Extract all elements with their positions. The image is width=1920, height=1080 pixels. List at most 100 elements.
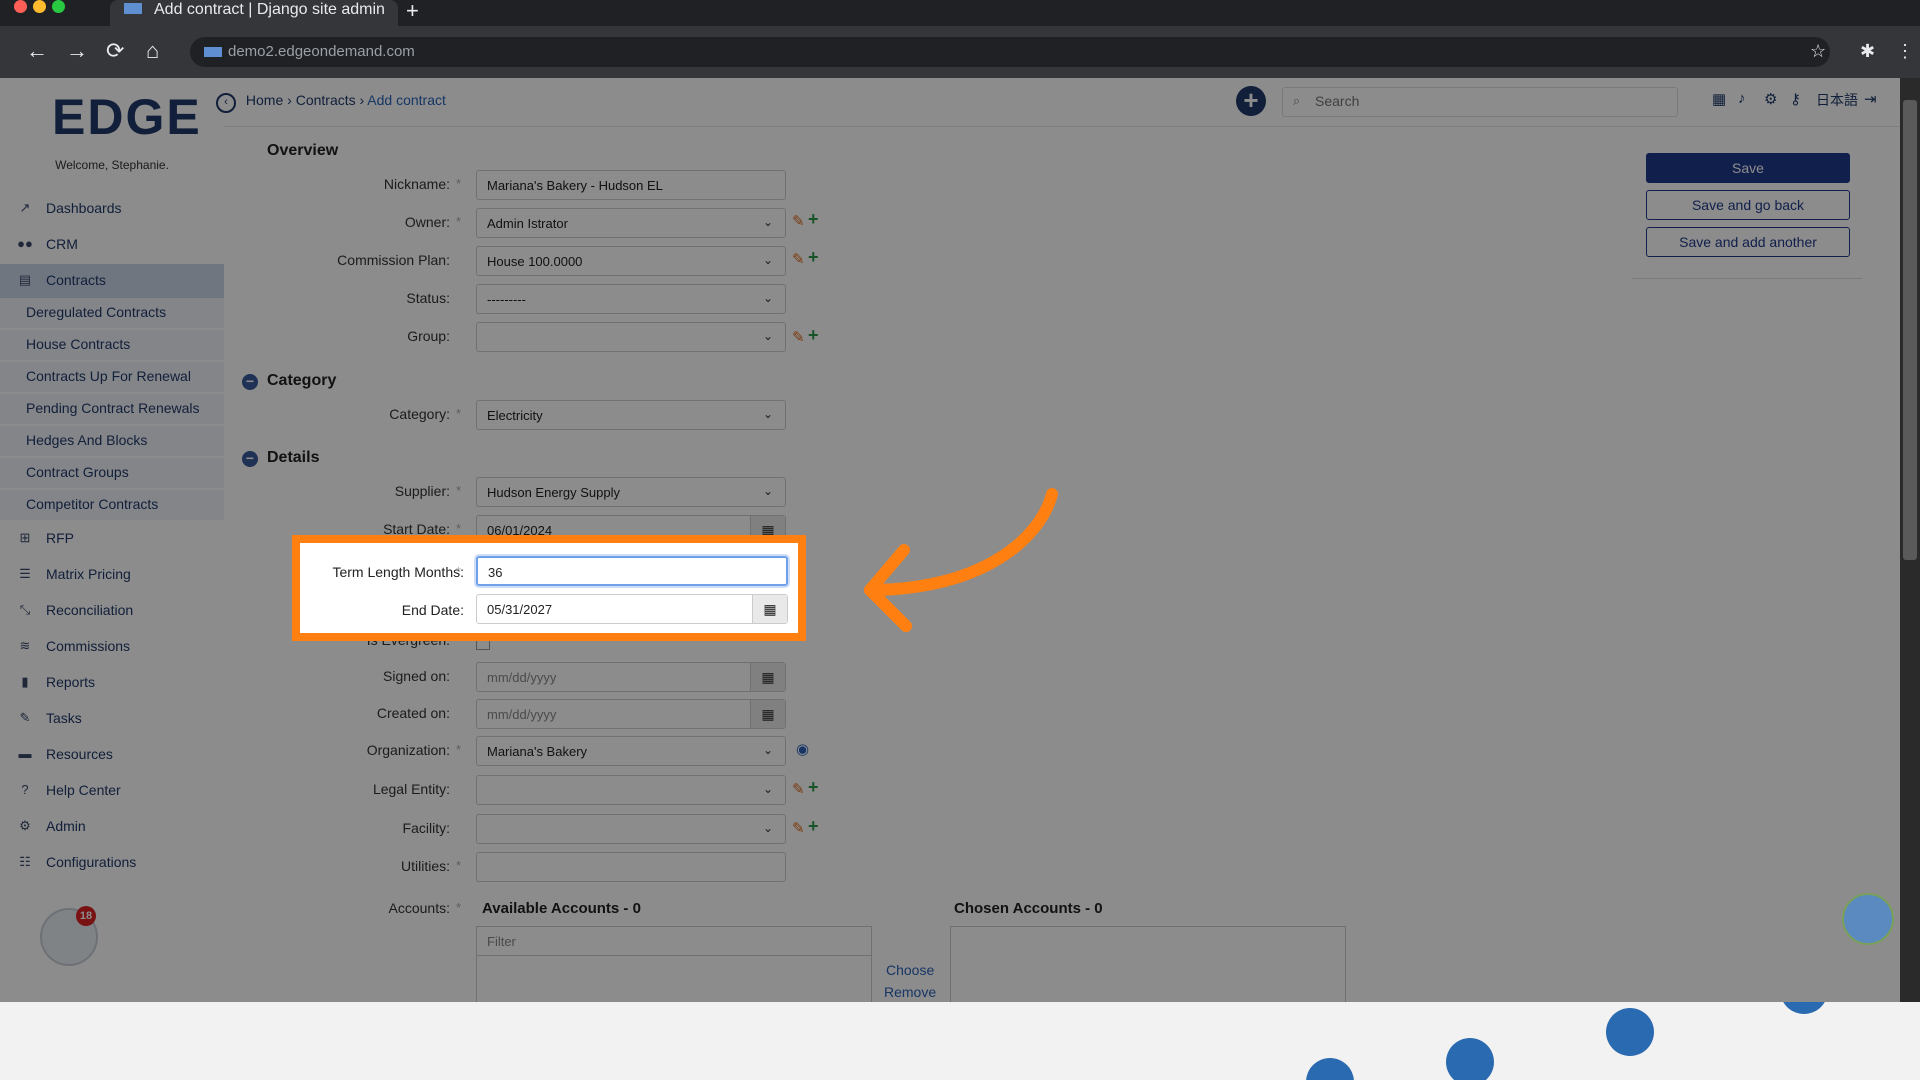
owner-select[interactable]: Admin Istrator ⌄ [476, 208, 786, 238]
extensions-icon[interactable]: ✱ [1860, 41, 1875, 62]
supplier-label: Supplier: [394, 483, 450, 499]
supplier-select[interactable]: Hudson Energy Supply ⌄ [476, 477, 786, 507]
reload-icon[interactable]: ⟳ [106, 38, 124, 64]
calendar-icon[interactable]: ▦ [750, 663, 785, 691]
browser-menu-icon[interactable]: ⋮ [1896, 41, 1914, 62]
sidebar-subitem-hedges-and-blocks[interactable]: Hedges And Blocks [0, 426, 224, 456]
choose-accounts-link[interactable]: Choose [886, 962, 934, 978]
forward-arrow-icon[interactable]: → [66, 38, 88, 64]
edit-legal-entity-pencil-icon[interactable]: ✎ [792, 780, 805, 798]
created-on-placeholder: mm/dd/yyyy [487, 707, 557, 722]
save-and-add-another-button[interactable]: Save and add another [1646, 227, 1850, 257]
add-legal-entity-plus-icon[interactable]: + [808, 777, 819, 798]
sidebar-subitem-pending-contract-renewals[interactable]: Pending Contract Renewals [0, 394, 224, 424]
nickname-field[interactable]: Mariana's Bakery - Hudson EL [476, 170, 786, 200]
sidebar-item-help-center[interactable]: ? Help Center [0, 774, 224, 808]
sidebar-item-contracts[interactable]: ▤ Contracts [0, 264, 224, 298]
decorative-circle [1606, 1008, 1654, 1056]
remove-accounts-link[interactable]: Remove [884, 984, 936, 1000]
term-length-input[interactable]: 36 [476, 556, 788, 586]
minimize-window-button[interactable] [33, 0, 46, 13]
home-icon[interactable]: ⌂ [146, 38, 159, 64]
add-facility-plus-icon[interactable]: + [808, 816, 819, 837]
sidebar-item-configurations[interactable]: ☷ Configurations [0, 846, 224, 880]
section-details-title: Details [267, 449, 320, 466]
group-select[interactable]: ⌄ [476, 322, 786, 352]
sidebar-subitem-contracts-up-for-renewal[interactable]: Contracts Up For Renewal [0, 362, 224, 392]
bell-icon[interactable]: ♪ [1738, 90, 1746, 107]
back-circle-icon[interactable]: ‹ [216, 93, 236, 113]
sidebar-subitem-label: Hedges And Blocks [26, 432, 148, 448]
sidebar-item-crm[interactable]: ●● CRM [0, 228, 224, 262]
maximize-window-button[interactable] [52, 0, 65, 13]
end-date-value: 05/31/2027 [487, 602, 553, 617]
calendar-icon[interactable]: ▦ [750, 700, 785, 728]
bookmark-star-icon[interactable]: ☆ [1810, 41, 1826, 62]
edit-group-pencil-icon[interactable]: ✎ [792, 328, 805, 346]
required-marker: * [456, 176, 462, 191]
sidebar-item-resources[interactable]: ▬ Resources [0, 738, 224, 772]
language-switch[interactable]: 日本語 [1816, 90, 1858, 110]
assistant-avatar-icon[interactable] [1842, 893, 1894, 945]
sidebar-item-matrix-pricing[interactable]: ☰ Matrix Pricing [0, 558, 224, 592]
gear-icon[interactable]: ⚙ [1764, 90, 1777, 108]
sidebar-item-reconciliation[interactable]: ⤡ Reconciliation [0, 594, 224, 628]
notification-count-badge: 18 [76, 906, 96, 926]
chevron-down-icon: ⌄ [762, 743, 773, 757]
sidebar-subitem-contract-groups[interactable]: Contract Groups [0, 458, 224, 488]
edge-logo[interactable]: EDGE [52, 88, 202, 146]
commission-plan-select[interactable]: House 100.0000 ⌄ [476, 246, 786, 276]
status-label: Status: [406, 290, 450, 306]
sidebar-item-label: Commissions [46, 638, 131, 654]
add-owner-plus-icon[interactable]: + [808, 209, 819, 230]
sidebar-item-reports[interactable]: ▮ Reports [0, 666, 224, 700]
add-commission-plus-icon[interactable]: + [808, 247, 819, 268]
end-date-field[interactable]: 05/31/2027 ▦ [476, 594, 788, 624]
file-icon: ▤ [18, 272, 32, 287]
category-select[interactable]: Electricity ⌄ [476, 400, 786, 430]
scrollbar-thumb[interactable] [1903, 100, 1917, 560]
utilities-field[interactable] [476, 852, 786, 882]
collapse-category-icon[interactable]: − [242, 374, 258, 390]
organization-select[interactable]: Mariana's Bakery ⌄ [476, 736, 786, 766]
legal-entity-select[interactable]: ⌄ [476, 775, 786, 805]
created-on-field[interactable]: mm/dd/yyyy ▦ [476, 699, 786, 729]
available-accounts-list[interactable] [476, 956, 872, 1002]
calendar-icon[interactable]: ▦ [1712, 90, 1726, 108]
sidebar-subitem-competitor-contracts[interactable]: Competitor Contracts [0, 490, 224, 520]
view-organization-eye-icon[interactable]: ◉ [796, 740, 809, 758]
sidebar-subitem-deregulated-contracts[interactable]: Deregulated Contracts [0, 298, 224, 328]
edit-owner-pencil-icon[interactable]: ✎ [792, 212, 805, 230]
chosen-accounts-list[interactable] [950, 926, 1346, 1002]
sidebar-item-commissions[interactable]: ≋ Commissions [0, 630, 224, 664]
new-tab-button[interactable]: + [406, 0, 419, 24]
status-select[interactable]: --------- ⌄ [476, 284, 786, 314]
sidebar-item-dashboards[interactable]: ↗ Dashboards [0, 192, 224, 226]
browser-tab[interactable]: Add contract | Django site admin [110, 0, 398, 26]
collapse-details-icon[interactable]: − [242, 451, 258, 467]
calendar-icon[interactable]: ▦ [752, 595, 787, 623]
close-window-button[interactable] [14, 0, 27, 13]
save-button[interactable]: Save [1646, 153, 1850, 183]
category-label: Category: [389, 406, 450, 422]
breadcrumb-home[interactable]: Home [246, 92, 283, 108]
accounts-filter-input[interactable]: Filter [476, 926, 872, 956]
add-group-plus-icon[interactable]: + [808, 325, 819, 346]
edit-facility-pencil-icon[interactable]: ✎ [792, 819, 805, 837]
sidebar-subitem-house-contracts[interactable]: House Contracts [0, 330, 224, 360]
save-and-go-back-button[interactable]: Save and go back [1646, 190, 1850, 220]
search-box[interactable]: ⌕ [1282, 87, 1678, 117]
key-icon[interactable]: ⚷ [1790, 90, 1801, 108]
address-bar[interactable]: demo2.edgeondemand.com ☆ [190, 37, 1830, 67]
facility-select[interactable]: ⌄ [476, 814, 786, 844]
back-arrow-icon[interactable]: ← [26, 38, 48, 64]
sidebar-item-admin[interactable]: ⚙ Admin [0, 810, 224, 844]
sidebar-item-tasks[interactable]: ✎ Tasks [0, 702, 224, 736]
quick-add-button[interactable]: + [1236, 86, 1266, 116]
sidebar-item-rfp[interactable]: ⊞ RFP [0, 522, 224, 556]
breadcrumb-contracts[interactable]: Contracts [296, 92, 356, 108]
logout-icon[interactable]: ⇥ [1864, 90, 1877, 108]
signed-on-field[interactable]: mm/dd/yyyy ▦ [476, 662, 786, 692]
edit-commission-pencil-icon[interactable]: ✎ [792, 250, 805, 268]
search-input[interactable] [1313, 92, 1667, 110]
